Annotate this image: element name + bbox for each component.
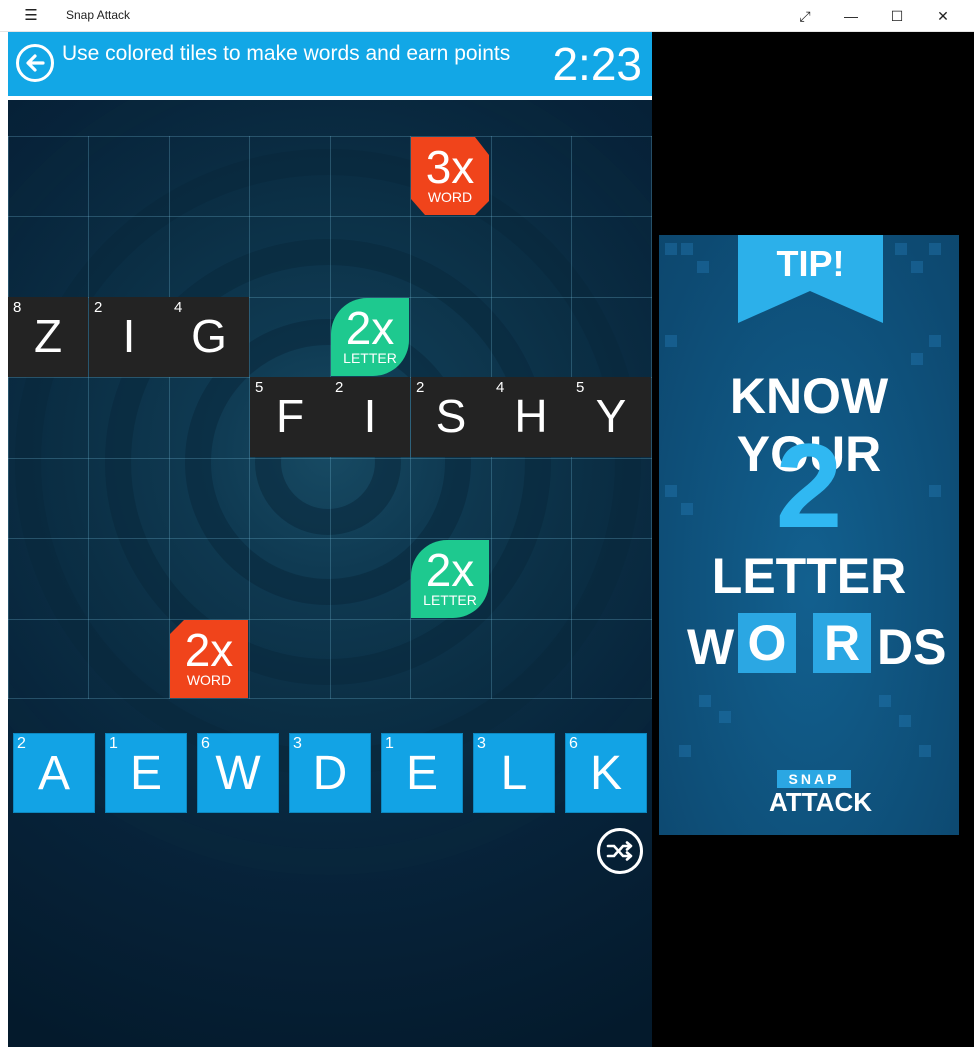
shuffle-button[interactable]	[597, 828, 643, 874]
back-arrow-icon	[26, 54, 45, 72]
rack-tile[interactable]: 6 W	[197, 733, 279, 813]
maximize-button[interactable]: ☐	[874, 0, 920, 32]
rack-tile[interactable]: 2 A	[13, 733, 95, 813]
board-tile[interactable]: 4 H	[491, 377, 571, 457]
rack-tile[interactable]: 6 K	[565, 733, 647, 813]
game-board[interactable]: 3x WORD 2x LETTER 2x LETTER 2x WORD 8 Z …	[8, 136, 652, 699]
rack-tile[interactable]: 3 D	[289, 733, 371, 813]
tip-ad-banner[interactable]: TIP! KNOW YOUR 2 LETTER W O R DS SNAP AT…	[659, 235, 959, 835]
bonus-2x-word[interactable]: 2x WORD	[170, 620, 248, 698]
board-tile[interactable]: 2 S	[411, 377, 491, 457]
app-window: ☰ Snap Attack ⤢ — ☐ ✕ Use colored tiles …	[0, 0, 974, 1047]
snap-attack-logo-bottom: ATTACK	[769, 787, 873, 817]
left-edge-lower	[0, 210, 8, 1047]
left-edge	[0, 32, 8, 210]
game-header: Use colored tiles to make words and earn…	[8, 32, 652, 96]
rack-tile[interactable]: 1 E	[105, 733, 187, 813]
countdown-timer: 2:23	[552, 38, 642, 90]
ad-headline-words: W O R DS	[687, 613, 947, 675]
board-tile[interactable]: 2 I	[89, 297, 169, 377]
hamburger-menu-icon[interactable]: ☰	[20, 6, 42, 26]
board-tile[interactable]: 2 I	[330, 377, 410, 457]
title-bar: ☰ Snap Attack ⤢ — ☐ ✕	[0, 0, 974, 32]
ad-number: 2	[775, 419, 843, 553]
instruction-text: Use colored tiles to make words and earn…	[62, 42, 511, 65]
shuffle-icon	[606, 841, 633, 861]
close-button[interactable]: ✕	[920, 0, 966, 32]
rack-tile[interactable]: 1 E	[381, 733, 463, 813]
board-tile[interactable]: 5 F	[250, 377, 330, 457]
ad-headline-line3: LETTER	[711, 548, 907, 604]
header-divider	[8, 96, 652, 100]
game-panel: Use colored tiles to make words and earn…	[8, 32, 652, 1047]
back-button[interactable]	[16, 44, 54, 82]
tip-label: TIP!	[776, 243, 845, 284]
restore-size-icon[interactable]: ⤢	[782, 0, 828, 32]
snap-attack-logo-top: SNAP	[777, 770, 851, 788]
bonus-3x-word[interactable]: 3x WORD	[411, 137, 489, 215]
bonus-2x-letter[interactable]: 2x LETTER	[411, 540, 489, 618]
board-tile[interactable]: 4 G	[169, 297, 249, 377]
window-title: Snap Attack	[66, 8, 131, 22]
minimize-button[interactable]: —	[828, 0, 874, 32]
board-tile[interactable]: 5 Y	[571, 377, 651, 457]
rack-tile[interactable]: 3 L	[473, 733, 555, 813]
bonus-2x-letter[interactable]: 2x LETTER	[331, 298, 409, 376]
board-tile[interactable]: 8 Z	[8, 297, 88, 377]
